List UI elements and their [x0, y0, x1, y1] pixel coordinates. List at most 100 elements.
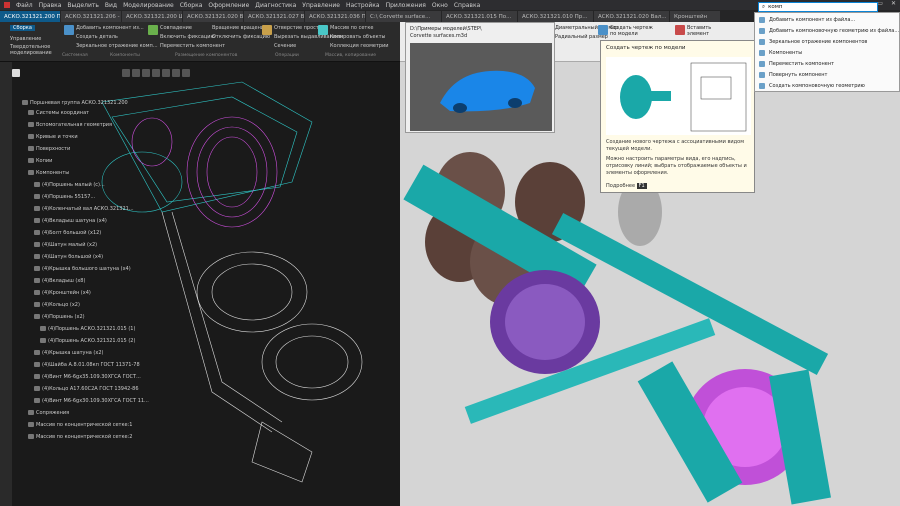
- drawing-from-model-icon[interactable]: [598, 25, 608, 35]
- zoom-icon[interactable]: [122, 69, 130, 77]
- menu-file[interactable]: Файл: [16, 2, 33, 9]
- tab-doc-4[interactable]: АСКО.321321.020 Вал...: [183, 11, 243, 22]
- menu-diagnostics[interactable]: Диагностика: [255, 2, 296, 9]
- search-result-item[interactable]: Переместить компонент: [759, 59, 834, 68]
- tree-item[interactable]: (4)Крышка шатуна (x2): [34, 348, 103, 357]
- tree-item[interactable]: (4)Поршень 55157...: [34, 192, 95, 201]
- move-component-button[interactable]: Переместить компонент: [160, 43, 225, 49]
- close-icon[interactable]: ✕: [891, 0, 896, 7]
- coincidence-icon[interactable]: [148, 25, 158, 35]
- menu-apps[interactable]: Приложения: [386, 2, 426, 9]
- search-result-item[interactable]: Зеркальное отражение компонентов: [759, 37, 867, 46]
- part-icon: [34, 362, 40, 367]
- tooltip-more-link[interactable]: Подробнее F1: [606, 183, 647, 189]
- tree-item[interactable]: (4)Поршень АСКО.321321.015 (2): [40, 336, 135, 345]
- menu-edit[interactable]: Правка: [39, 2, 62, 9]
- display-mode-icon[interactable]: [162, 69, 170, 77]
- insert-element-icon[interactable]: [675, 25, 685, 35]
- tab-doc-2[interactable]: АСКО.321321.206 - Кр...: [61, 11, 121, 22]
- maximize-icon[interactable]: ▭: [877, 0, 883, 7]
- pattern-icon[interactable]: [318, 25, 328, 35]
- section-view-icon[interactable]: [172, 69, 180, 77]
- tree-item[interactable]: Компоненты: [28, 168, 69, 177]
- tree-item[interactable]: Системы координат: [28, 108, 89, 117]
- enable-fix-button[interactable]: Включить фиксацию: [160, 34, 215, 40]
- mode-solid[interactable]: Твердотельное моделирование: [10, 44, 58, 56]
- diameter-dim-button[interactable]: Диаметральный размер: [555, 25, 618, 31]
- menu-window[interactable]: Окно: [432, 2, 448, 9]
- tab-doc-8[interactable]: АСКО.321321.015 По...: [442, 11, 517, 22]
- tab-doc-7[interactable]: C:\ Corvette surface...: [366, 11, 441, 22]
- search-result-item[interactable]: Добавить компоновочную геометрию из файл…: [759, 26, 899, 35]
- tree-item[interactable]: Вспомогательная геометрия: [28, 120, 112, 129]
- menu-settings[interactable]: Настройка: [346, 2, 380, 9]
- tree-item-root[interactable]: Поршневая группа АСКО.321321.200: [22, 98, 128, 107]
- mode-assembly[interactable]: Сборка: [10, 25, 35, 31]
- tree-item[interactable]: (4)Крышка большого шатуна (x4): [34, 264, 131, 273]
- grid-pattern-button[interactable]: Массив по сетке: [330, 25, 373, 31]
- tree-item[interactable]: (4)Кольцо А17.60С2А ГОСТ 13942-86: [34, 384, 139, 393]
- menu-select[interactable]: Выделить: [67, 2, 98, 9]
- mirror-components-button[interactable]: Зеркальное отражение комп...: [76, 43, 158, 49]
- add-component-icon[interactable]: [64, 25, 74, 35]
- tree-item[interactable]: (4)Поршень АСКО.321321.015 (1): [40, 324, 135, 333]
- coincidence-button[interactable]: Совпадение: [160, 25, 192, 31]
- menu-assembly[interactable]: Сборка: [180, 2, 203, 9]
- tab-doc-11[interactable]: Кронштейн: [670, 11, 720, 22]
- create-drawing-button[interactable]: Создать чертеж по модели: [610, 25, 655, 37]
- filter-icon[interactable]: [182, 69, 190, 77]
- rotate-view-icon[interactable]: [142, 69, 150, 77]
- section-button[interactable]: Сечение: [274, 43, 296, 49]
- hole-icon[interactable]: [262, 25, 272, 35]
- tree-item[interactable]: (4)Винт М6-6gx30.109.30ХГСА ГОСТ 11...: [34, 396, 149, 405]
- pan-icon[interactable]: [132, 69, 140, 77]
- tree-item[interactable]: (4)Шатун большой (x4): [34, 252, 103, 261]
- tree-item[interactable]: (4)Поршень малый (с)...: [34, 180, 105, 189]
- menu-view[interactable]: Вид: [105, 2, 117, 9]
- pattern-tree-icon: [28, 434, 34, 439]
- disable-fix-button[interactable]: Отключить фиксацию: [212, 34, 270, 40]
- add-component-button[interactable]: Добавить компонент из...: [76, 25, 144, 31]
- rotate-button[interactable]: Вращение вращение: [212, 25, 267, 31]
- app-logo-icon[interactable]: [4, 2, 10, 8]
- menu-help[interactable]: Справка: [454, 2, 480, 9]
- tree-item[interactable]: Кривые и точки: [28, 132, 78, 141]
- tree-item[interactable]: (4)Вкладыш шатуна (x4): [34, 216, 107, 225]
- tab-doc-6[interactable]: АСКО.321321.036 Пр...: [305, 11, 365, 22]
- tree-item[interactable]: Поверхности: [28, 144, 70, 153]
- group-system: Системная: [62, 53, 88, 58]
- create-part-button[interactable]: Создать деталь: [76, 34, 118, 40]
- tree-item[interactable]: Массив по концентрической сетке:2: [28, 432, 132, 441]
- geometry-collection-button[interactable]: Коллекция геометрии: [330, 43, 389, 49]
- tree-item[interactable]: (4)Кронштейн (x4): [34, 288, 91, 297]
- menu-modeling[interactable]: Моделирование: [123, 2, 174, 9]
- tree-item[interactable]: Сопряжения: [28, 408, 69, 417]
- tab-doc-5[interactable]: АСКО.321321.027 Вал...: [244, 11, 304, 22]
- tree-icon[interactable]: [12, 69, 20, 77]
- orientation-icon[interactable]: [152, 69, 160, 77]
- tab-doc-3[interactable]: АСКО.321321.200 Шп...: [122, 11, 182, 22]
- mode-manage[interactable]: Управление: [10, 36, 41, 42]
- copy-objects-button[interactable]: Копировать объекты: [330, 34, 385, 40]
- search-result-item[interactable]: Добавить компонент из файла...: [759, 15, 855, 24]
- tree-item[interactable]: (4)Винт М6-6gx35.109.30ХГСА ГОСТ...: [34, 372, 141, 381]
- tree-item[interactable]: (4)Поршень (x2): [34, 312, 85, 321]
- tree-item[interactable]: (4)Коленчатый вал АСКО.321321...: [34, 204, 134, 213]
- tree-item[interactable]: (4)Болт большой (x12): [34, 228, 101, 237]
- tree-item[interactable]: (4)Кольцо (x2): [34, 300, 80, 309]
- menu-format[interactable]: Оформление: [208, 2, 249, 9]
- tree-item[interactable]: Массив по концентрической сетке:1: [28, 420, 132, 429]
- tab-doc-9[interactable]: АСКО.321321.010 Пр...: [518, 11, 593, 22]
- search-result-item[interactable]: Компоненты: [759, 48, 802, 57]
- tree-item[interactable]: (4)Шатун малый (x2): [34, 240, 97, 249]
- tree-item[interactable]: (4)Вкладыш (x8): [34, 276, 85, 285]
- search-result-item[interactable]: Создать компоновочную геометрию: [759, 81, 865, 90]
- tab-doc-10[interactable]: АСКО.321321.020 Вал...: [594, 11, 669, 22]
- command-search-input[interactable]: ⌕ комп: [758, 2, 878, 12]
- search-result-item[interactable]: Повернуть компонент: [759, 70, 827, 79]
- tab-doc-1[interactable]: АСКО.321321.200 Пор...: [0, 11, 60, 22]
- menu-manage[interactable]: Управление: [302, 2, 340, 9]
- tree-item[interactable]: Копии: [28, 156, 52, 165]
- insert-element-button[interactable]: Вставить элемент: [687, 25, 722, 37]
- tree-item[interactable]: (4)Шайба А.8.01.08кп ГОСТ 11371-78: [34, 360, 140, 369]
